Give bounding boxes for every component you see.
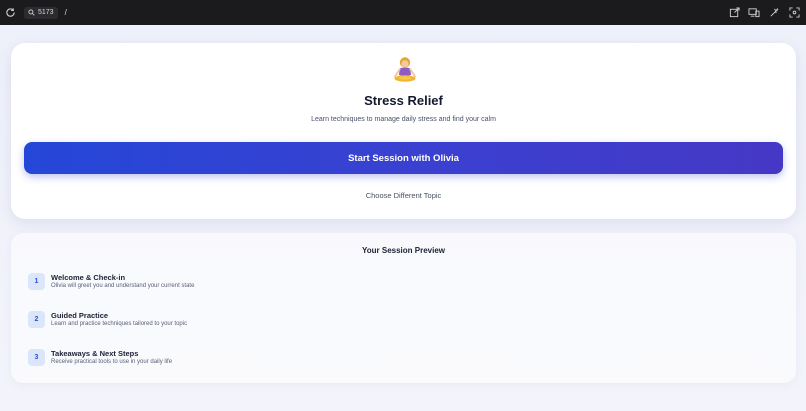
step-number-badge: 1 [28,273,45,290]
search-icon [28,9,35,16]
browser-toolbar: 5173 / [0,0,806,25]
address-port: 5173 [38,9,54,16]
topic-card: Stress Relief Learn techniques to manage… [11,43,796,219]
step-description: Olivia will greet you and understand you… [51,283,195,289]
step-title: Guided Practice [51,311,109,320]
address-bar[interactable]: 5173 / [24,6,67,19]
choose-different-topic-link[interactable]: Choose Different Topic [11,191,796,200]
step-description: Receive practical tools to use in your d… [51,359,173,365]
meditating-person-icon [392,56,418,84]
step-number-badge: 3 [28,349,45,366]
fullscreen-icon[interactable] [788,6,800,18]
devices-icon[interactable] [748,6,760,18]
step-description: Learn and practice techniques tailored t… [51,321,188,327]
session-step-3: 3 Takeaways & Next Steps Receive practic… [28,349,172,367]
session-preview-card: Your Session Preview 1 Welcome & Check-i… [11,233,796,383]
step-title: Takeaways & Next Steps [51,349,139,358]
step-number-badge: 2 [28,311,45,328]
step-title: Welcome & Check-in [51,273,126,282]
extensions-icon[interactable] [768,6,780,18]
address-path: / [64,8,67,17]
address-chip[interactable]: 5173 [24,6,58,19]
page-content: Stress Relief Learn techniques to manage… [0,25,806,411]
toolbar-actions [728,6,800,18]
open-external-icon[interactable] [728,6,740,18]
reload-icon[interactable] [5,7,16,18]
session-step-1: 1 Welcome & Check-in Olivia will greet y… [28,273,194,291]
topic-title: Stress Relief [364,93,443,108]
preview-title: Your Session Preview [362,246,445,255]
topic-subtitle: Learn techniques to manage daily stress … [311,116,496,123]
session-step-2: 2 Guided Practice Learn and practice tec… [28,311,187,329]
start-session-button[interactable]: Start Session with Olivia [24,142,783,174]
